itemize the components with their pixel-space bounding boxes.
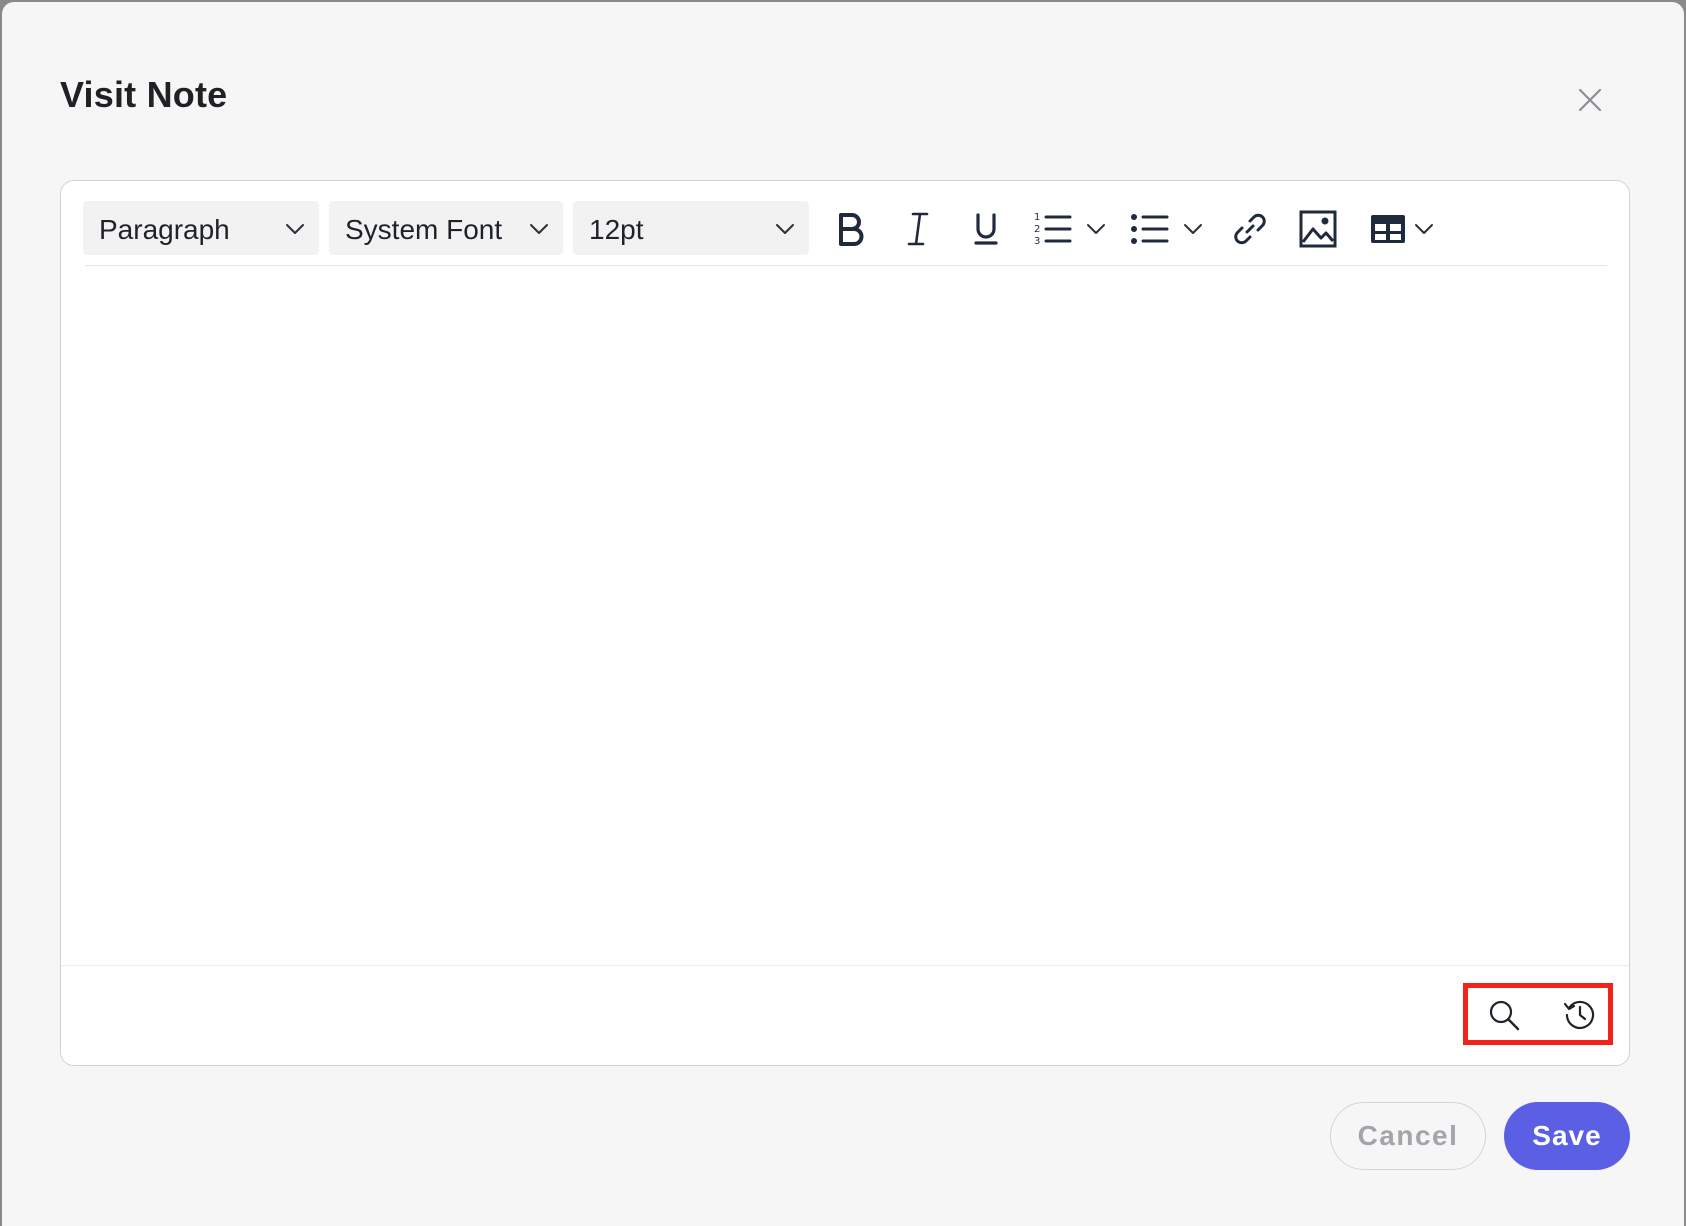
chevron-down-icon (1415, 224, 1433, 234)
history-icon (1563, 1000, 1595, 1030)
bullet-list-button[interactable] (1123, 203, 1211, 255)
font-size-value: 12pt (589, 214, 644, 245)
svg-text:2: 2 (1034, 224, 1040, 235)
bold-button[interactable] (823, 203, 877, 255)
editor-toolbar: Paragraph System Font 12pt 1 2 3 (61, 181, 1629, 273)
bullet-list-icon (1131, 214, 1169, 244)
svg-text:1: 1 (1034, 212, 1040, 223)
toolbar-divider (85, 265, 1607, 266)
search-button[interactable] (1487, 998, 1521, 1032)
chevron-down-icon (1184, 224, 1202, 234)
dialog-title: Visit Note (60, 74, 228, 115)
block-format-select[interactable]: Paragraph (83, 201, 319, 255)
close-icon (1578, 88, 1602, 112)
close-button[interactable] (1572, 82, 1608, 118)
image-icon (1299, 210, 1337, 248)
italic-icon (907, 212, 929, 246)
image-button[interactable] (1291, 203, 1345, 255)
chevron-down-icon (286, 224, 304, 234)
search-icon (1489, 1000, 1520, 1031)
chevron-down-icon (1087, 224, 1105, 234)
numbered-list-icon: 1 2 3 (1034, 212, 1072, 247)
bold-icon (839, 213, 864, 246)
numbered-list-button[interactable]: 1 2 3 (1027, 203, 1113, 255)
underline-icon (974, 213, 998, 245)
cancel-button[interactable]: Cancel (1330, 1102, 1486, 1170)
underline-button[interactable] (959, 203, 1013, 255)
block-format-value: Paragraph (99, 214, 230, 245)
table-button[interactable] (1357, 203, 1447, 255)
editor-statusbar (61, 965, 1629, 1065)
link-icon (1234, 213, 1266, 245)
svg-text:3: 3 (1034, 236, 1040, 247)
editor-content-area[interactable] (61, 273, 1629, 965)
italic-button[interactable] (891, 203, 945, 255)
font-family-select[interactable]: System Font (329, 201, 563, 255)
link-button[interactable] (1223, 203, 1277, 255)
save-button[interactable]: Save (1504, 1102, 1630, 1170)
font-size-select[interactable]: 12pt (573, 201, 809, 255)
history-button[interactable] (1563, 998, 1597, 1032)
rich-text-editor: Paragraph System Font 12pt 1 2 3 (60, 180, 1630, 1066)
table-icon (1371, 215, 1405, 243)
visit-note-dialog: Visit Note Paragraph System Font 12pt 1 … (2, 2, 1684, 1226)
chevron-down-icon (530, 224, 548, 234)
font-family-value: System Font (345, 214, 503, 245)
chevron-down-icon (776, 224, 794, 234)
